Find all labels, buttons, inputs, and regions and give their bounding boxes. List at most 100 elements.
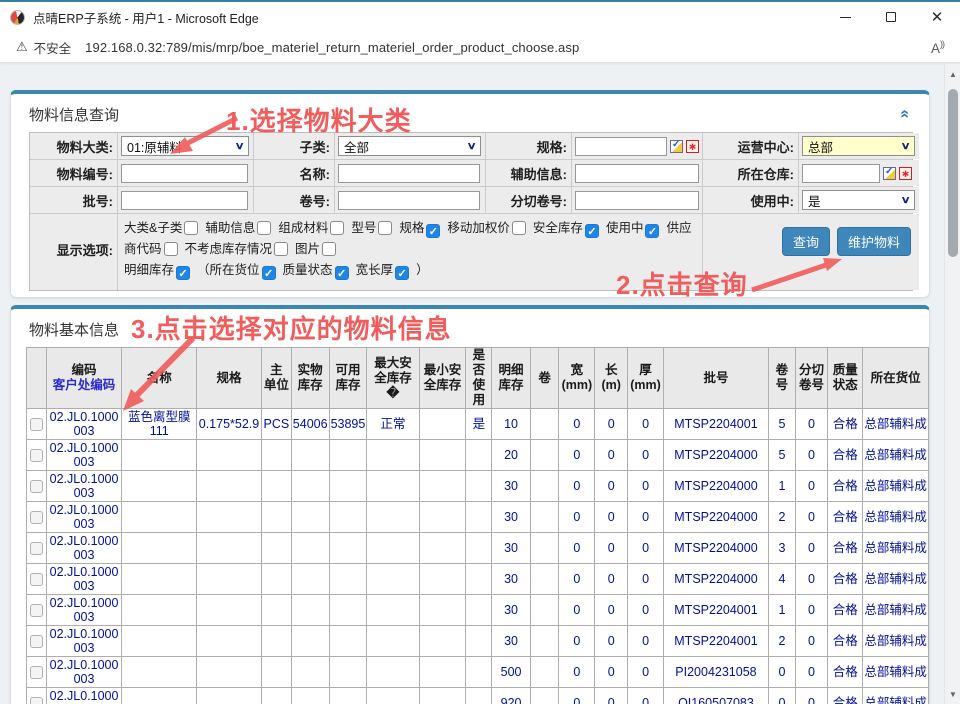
table-row: 02.JL0.100000330000MTSP220400020合格总部辅料成 xyxy=(27,502,929,533)
clear-icon[interactable] xyxy=(899,167,912,180)
site-favicon-icon xyxy=(10,10,25,25)
cell-batch: MTSP2204000 xyxy=(663,502,768,533)
label-in-use: 使用中: xyxy=(703,187,798,213)
query-form: 物料大类: 01:原辅料∨ 子类: 全部∨ 规格: 运营中心: 总部∨ 物料编号… xyxy=(29,132,913,291)
checkbox[interactable] xyxy=(330,221,344,235)
close-button[interactable]: ✕ xyxy=(914,2,960,32)
clear-icon[interactable] xyxy=(686,140,699,153)
cell-slitno: 0 xyxy=(795,657,827,688)
cell-code[interactable]: 02.JL0.1000003 xyxy=(46,564,122,595)
warning-icon: ⚠ xyxy=(16,39,28,55)
warehouse-input[interactable] xyxy=(802,164,880,183)
display-option-label: 质量状态 xyxy=(283,263,333,277)
spec-input[interactable] xyxy=(575,137,667,156)
address-bar[interactable]: ⚠ 不安全 192.168.0.32:789/mis/mrp/boe_mater… xyxy=(0,32,960,63)
cell-unit xyxy=(261,471,291,502)
maintain-material-button[interactable]: 维护物料 xyxy=(837,227,911,256)
cell-thick: 0 xyxy=(628,440,664,471)
minimize-button[interactable] xyxy=(822,2,868,32)
checkbox[interactable] xyxy=(274,242,288,256)
row-checkbox[interactable] xyxy=(30,542,43,555)
batch-no-input[interactable] xyxy=(121,191,248,210)
checkbox[interactable]: ✓ xyxy=(585,224,599,238)
cell-code[interactable]: 02.JL0.1000003 xyxy=(46,440,122,471)
chevron-down-icon: ∨ xyxy=(900,141,910,152)
name-input[interactable] xyxy=(338,164,480,183)
cell-spec xyxy=(197,440,262,471)
cell-unit xyxy=(261,688,291,704)
cell-code[interactable]: 02.JL0.1000003 xyxy=(46,502,122,533)
row-checkbox[interactable] xyxy=(30,418,43,431)
checkbox[interactable] xyxy=(322,242,336,256)
checkbox[interactable]: ✓ xyxy=(176,266,190,280)
annotation-step1: 1.选择物料大类 xyxy=(226,101,412,138)
material-category-select[interactable]: 01:原辅料∨ xyxy=(121,136,249,156)
cell-code[interactable]: 02.JL0.1000003 xyxy=(46,533,122,564)
aux-info-input[interactable] xyxy=(575,164,699,183)
row-checkbox[interactable] xyxy=(30,666,43,679)
display-option: 移动加权价 xyxy=(447,221,533,235)
cell-code[interactable]: 02.JL0.1000003 xyxy=(46,688,122,704)
checkbox[interactable]: ✓ xyxy=(645,224,659,238)
url-text[interactable]: 192.168.0.32:789/mis/mrp/boe_materiel_re… xyxy=(85,40,579,55)
table-row: 02.JL0.1000003蓝色离型膜1110.175*52.9PCS54006… xyxy=(27,409,929,440)
row-checkbox[interactable] xyxy=(30,449,43,462)
checkbox[interactable] xyxy=(378,221,392,235)
subcategory-select[interactable]: 全部∨ xyxy=(338,136,481,156)
cell-spec xyxy=(197,657,262,688)
display-option: 使用中✓ xyxy=(606,221,667,235)
display-options-line1: 大类&子类辅助信息组成材料型号规格✓移动加权价安全库存✓使用中✓供应商代码不考虑… xyxy=(124,221,691,256)
read-aloud-icon[interactable]: A)) xyxy=(931,39,944,56)
row-checkbox[interactable] xyxy=(30,480,43,493)
cell-batch: OI160507083 xyxy=(663,688,768,704)
display-option: 不考虑库存情况 xyxy=(185,242,296,256)
checkbox[interactable] xyxy=(512,221,526,235)
cell-thick: 0 xyxy=(628,533,664,564)
cell-location: 总部辅料成 xyxy=(863,502,929,533)
row-checkbox[interactable] xyxy=(30,573,43,586)
page-scrollbar[interactable]: ▲ ▼ xyxy=(944,64,960,704)
cell-roll xyxy=(530,626,559,657)
cell-roll xyxy=(530,564,559,595)
maximize-button[interactable] xyxy=(868,2,914,32)
cell-slitno: 0 xyxy=(795,626,827,657)
checkbox[interactable] xyxy=(257,221,271,235)
row-checkbox[interactable] xyxy=(30,511,43,524)
checkbox[interactable]: ✓ xyxy=(395,266,409,280)
collapse-panel-icon[interactable]: « xyxy=(898,110,912,119)
cell-width: 0 xyxy=(559,564,595,595)
query-button[interactable]: 查询 xyxy=(782,227,830,256)
checkbox[interactable]: ✓ xyxy=(262,266,276,280)
material-no-input[interactable] xyxy=(121,164,248,183)
label-batch-no: 批号: xyxy=(30,187,117,213)
checkbox[interactable] xyxy=(184,221,198,235)
cell-name xyxy=(122,471,197,502)
checkbox[interactable]: ✓ xyxy=(335,266,349,280)
scroll-down-icon[interactable]: ▼ xyxy=(945,690,960,699)
label-roll-no: 卷号: xyxy=(254,187,334,213)
operation-center-select[interactable]: 总部∨ xyxy=(802,136,915,156)
scrollbar-thumb[interactable] xyxy=(948,89,958,257)
checkbox[interactable]: ✓ xyxy=(426,224,440,238)
lookup-icon[interactable] xyxy=(670,140,683,153)
cell-code[interactable]: 02.JL0.1000003 xyxy=(46,409,122,440)
slit-roll-no-input[interactable] xyxy=(575,191,699,210)
cell-width: 0 xyxy=(559,409,595,440)
scroll-up-icon[interactable]: ▲ xyxy=(945,70,960,79)
roll-no-input[interactable] xyxy=(338,191,480,210)
in-use-select[interactable]: 是∨ xyxy=(802,190,915,210)
cell-code[interactable]: 02.JL0.1000003 xyxy=(46,626,122,657)
cell-code[interactable]: 02.JL0.1000003 xyxy=(46,657,122,688)
cell-width: 0 xyxy=(559,595,595,626)
cell-code[interactable]: 02.JL0.1000003 xyxy=(46,595,122,626)
row-checkbox[interactable] xyxy=(30,604,43,617)
display-option-label: 型号 xyxy=(351,221,376,235)
table-row: 02.JL0.100000330000MTSP220400010合格总部辅料成 xyxy=(27,471,929,502)
customer-code-header-link[interactable]: 客户处编码 xyxy=(48,378,121,393)
cell-thick: 0 xyxy=(628,595,664,626)
cell-code[interactable]: 02.JL0.1000003 xyxy=(46,471,122,502)
row-checkbox[interactable] xyxy=(30,635,43,648)
lookup-icon[interactable] xyxy=(883,167,896,180)
row-checkbox[interactable] xyxy=(30,697,43,704)
checkbox[interactable] xyxy=(164,242,178,256)
